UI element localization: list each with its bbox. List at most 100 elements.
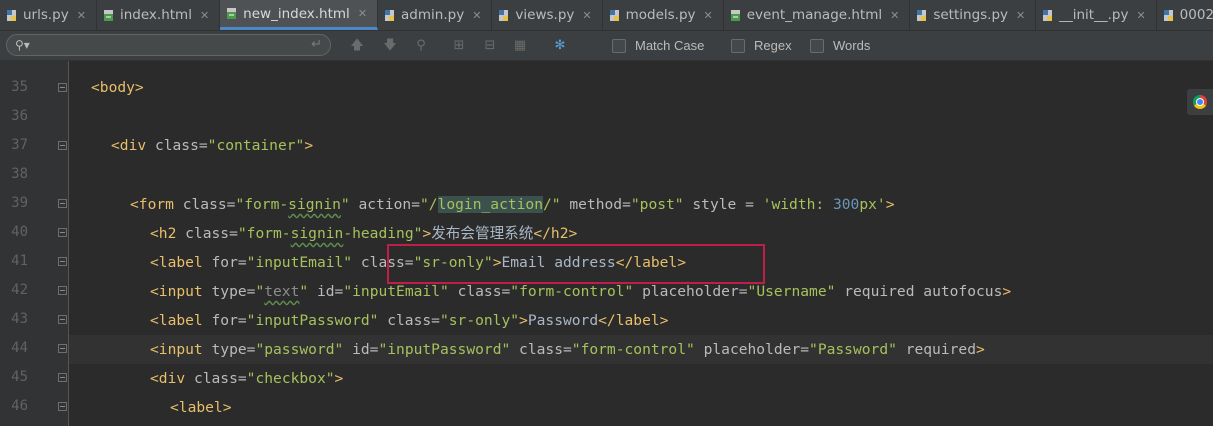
previous-occurrence-icon[interactable]: 🡅 <box>348 37 366 55</box>
fold-marker-icon[interactable] <box>58 286 67 295</box>
code-line[interactable]: <label for="inputPassword" class="sr-onl… <box>150 306 668 335</box>
attr-value: "form- <box>237 225 291 242</box>
browser-preview-button[interactable] <box>1187 89 1213 115</box>
tab-0002-auto-201[interactable]: 0002_auto_201 <box>1157 0 1213 30</box>
close-tab-icon[interactable]: ✕ <box>1016 9 1025 22</box>
fold-marker-icon[interactable] <box>58 228 67 237</box>
python-file-icon <box>6 9 17 22</box>
attr-value: -heading" <box>343 225 423 242</box>
close-tab-icon[interactable]: ✕ <box>77 9 86 22</box>
tag-close: > <box>422 225 432 242</box>
option-match-case[interactable]: Match Case <box>612 38 704 53</box>
search-icon[interactable]: ⚲▾ <box>15 38 30 52</box>
fold-marker-icon[interactable] <box>58 141 67 150</box>
line-number: 44 <box>11 340 28 356</box>
fold-marker-icon[interactable] <box>58 315 67 324</box>
tab-admin-py[interactable]: admin.py ✕ <box>378 0 493 30</box>
code-line[interactable]: <input type="password" id="inputPassword… <box>150 335 985 364</box>
line-gutter: 35 36 37 38 39 40 41 42 43 44 45 46 <box>0 61 69 426</box>
fold-marker-icon[interactable] <box>58 344 67 353</box>
tab-models-py[interactable]: models.py ✕ <box>603 0 724 30</box>
tab-label: new_index.html <box>243 5 350 22</box>
close-tab-icon[interactable]: ✕ <box>200 9 209 22</box>
attr-name: class= <box>176 225 238 242</box>
attr-name: for= <box>202 312 247 329</box>
remove-occurrence-icon[interactable]: ⊟ <box>481 37 499 55</box>
attr-value: "Password" <box>809 341 897 358</box>
fold-marker-icon[interactable] <box>58 199 67 208</box>
option-label: Regex <box>754 38 792 53</box>
attr-name: class= <box>510 341 572 358</box>
attr-value: 'width: <box>762 196 833 213</box>
tab-label: event_manage.html <box>746 7 883 23</box>
search-match: login_action <box>437 196 543 213</box>
fold-marker-icon[interactable] <box>58 83 67 92</box>
attr-name: class= <box>173 196 236 213</box>
tab-settings-py[interactable]: settings.py ✕ <box>910 0 1037 30</box>
attr-value: "inputPassword" <box>378 341 511 358</box>
tag-close: > <box>1002 283 1012 300</box>
option-words[interactable]: Words <box>810 38 870 53</box>
add-occurrence-icon[interactable]: ⊞ <box>450 37 468 55</box>
attr-name: for= <box>202 254 247 271</box>
python-file-icon <box>498 9 509 22</box>
tab-event-manage-html[interactable]: event_manage.html ✕ <box>724 0 911 30</box>
code-line[interactable]: <div class="checkbox"> <box>150 364 343 393</box>
code-line[interactable]: <div class="container"> <box>111 131 313 160</box>
chrome-icon <box>1193 95 1207 109</box>
line-number: 45 <box>11 369 28 385</box>
tab-new-index-html[interactable]: new_index.html ✕ <box>220 0 379 30</box>
tag-form-open: <form <box>130 196 174 213</box>
attr-value: text <box>264 283 300 300</box>
search-field[interactable]: ⚲▾ ↵ <box>6 34 331 56</box>
select-all-occurrences-icon[interactable]: ▦ <box>511 37 529 55</box>
filter-settings-icon[interactable]: ✻ <box>551 37 569 55</box>
option-label: Match Case <box>635 38 705 53</box>
attr-value: "checkbox" <box>246 370 335 387</box>
find-all-icon[interactable]: ⚲ <box>412 37 430 55</box>
search-input[interactable] <box>43 36 307 56</box>
close-tab-icon[interactable]: ✕ <box>704 9 713 22</box>
tag-div-open: <div <box>111 137 147 154</box>
annotation-highlight-box <box>387 244 765 284</box>
tab--init-py[interactable]: __init__.py ✕ <box>1036 0 1157 30</box>
html-file-icon <box>226 7 237 20</box>
tab-label: models.py <box>625 7 696 23</box>
attr-value: /" <box>543 196 561 213</box>
tag-input-open: <input <box>150 283 203 300</box>
next-occurrence-icon[interactable]: 🡇 <box>381 37 399 55</box>
option-regex[interactable]: Regex <box>731 38 792 53</box>
fold-marker-icon[interactable] <box>58 402 67 411</box>
attr-name: class= <box>378 312 440 329</box>
close-tab-icon[interactable]: ✕ <box>358 7 367 20</box>
code-line[interactable]: <form class="form-signin" action="/login… <box>130 190 894 219</box>
tab-urls-py[interactable]: urls.py ✕ <box>0 0 97 30</box>
tab-views-py[interactable]: views.py ✕ <box>492 0 603 30</box>
checkbox[interactable] <box>810 38 824 53</box>
find-bar: ⚲▾ ↵ 🡅 🡇 ⚲ ⊞ ⊟ ▦ ✻ Match Case Regex Words <box>0 31 1213 61</box>
tag-close: > <box>519 312 528 329</box>
close-tab-icon[interactable]: ✕ <box>472 9 481 22</box>
heading-text: 发布会管理系统 <box>431 225 534 242</box>
close-tab-icon[interactable]: ✕ <box>890 9 899 22</box>
attr-name: action= <box>349 196 420 213</box>
line-number: 41 <box>11 253 28 269</box>
close-tab-icon[interactable]: ✕ <box>1136 9 1145 22</box>
attr-name: placeholder= <box>633 283 748 300</box>
tab-label: urls.py <box>23 7 69 23</box>
tag-label-open: <label <box>150 254 203 271</box>
attr-value: "inputEmail" <box>343 283 449 300</box>
python-file-icon <box>384 9 395 22</box>
fold-marker-icon[interactable] <box>58 257 67 266</box>
tab-label: admin.py <box>401 7 465 23</box>
code-line[interactable]: <body> <box>91 73 144 102</box>
code-editor[interactable]: 35 36 37 38 39 40 41 42 43 44 45 46 <body> <div cla… <box>0 61 1213 426</box>
tab-index-html[interactable]: index.html ✕ <box>97 0 221 30</box>
checkbox[interactable] <box>612 38 626 53</box>
fold-marker-icon[interactable] <box>58 373 67 382</box>
attr-value: "inputEmail" <box>246 254 353 271</box>
checkbox[interactable] <box>731 38 745 53</box>
close-tab-icon[interactable]: ✕ <box>582 9 591 22</box>
tag-close: > <box>334 370 344 387</box>
code-line[interactable]: <label> <box>170 393 232 422</box>
